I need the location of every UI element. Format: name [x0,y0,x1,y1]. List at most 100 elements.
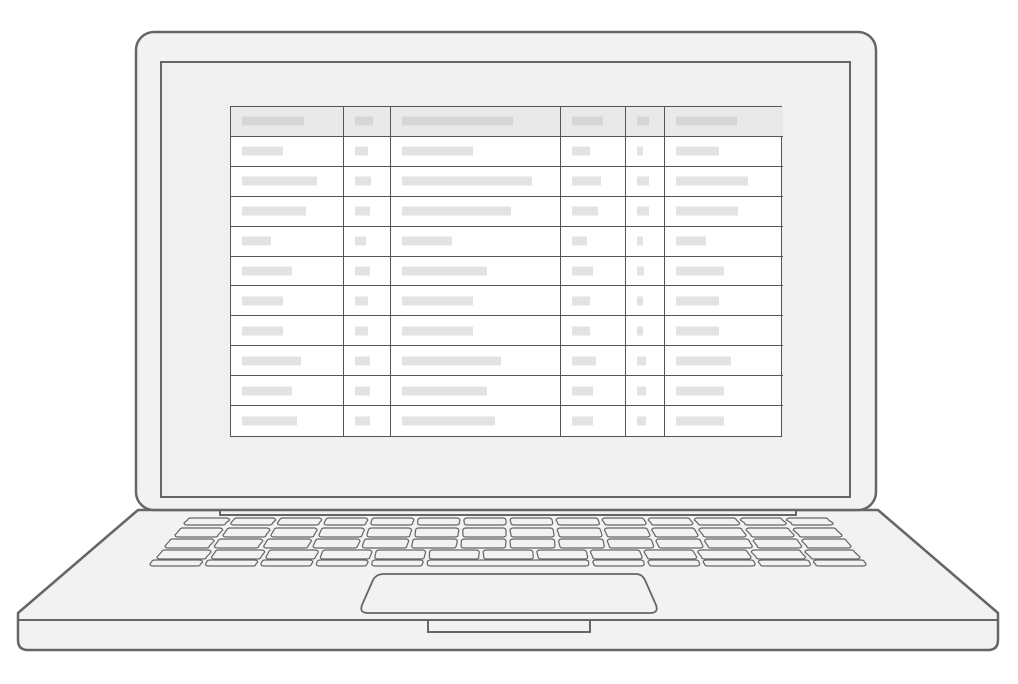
table-cell [344,286,391,317]
table-cell [344,256,391,287]
placeholder-bar [402,266,487,276]
keyboard-key [592,559,645,567]
placeholder-bar [572,416,593,426]
keyboard-key [174,527,224,538]
table-cell [391,316,561,347]
trackpad [360,573,658,614]
keyboard-key [509,517,554,526]
keyboard-key [371,559,424,567]
keyboard-key [693,517,741,526]
keyboard-key [697,549,752,560]
table-cell [344,196,391,227]
placeholder-bar [637,116,649,126]
keyboard-key [750,549,807,560]
keyboard-key [702,559,756,567]
keyboard-key [509,538,556,549]
keyboard-key [263,538,313,549]
placeholder-bar [402,326,473,336]
table-cell [231,406,344,436]
table-cell [665,197,783,227]
table-cell [561,256,626,287]
keyboard-key [210,549,266,560]
placeholder-bar [242,416,297,426]
keyboard-key [650,527,699,538]
table-cell [561,166,626,197]
table-cell [231,286,344,317]
placeholder-bar [572,176,601,186]
keyboard-key [536,549,589,560]
keyboard-key [222,527,271,538]
table-cell [391,256,561,287]
table-cell [391,136,561,167]
placeholder-bar [637,296,643,306]
keyboard-key [698,527,747,538]
placeholder-bar [355,266,370,276]
placeholder-bar [242,356,301,366]
table-cell [391,286,561,317]
placeholder-bar [572,296,590,306]
placeholder-bar [572,266,593,276]
keyboard-key [270,527,318,538]
placeholder-bar [637,356,646,366]
table-cell [231,136,344,167]
table-cell [344,406,391,436]
placeholder-bar [355,296,368,306]
table-cell [561,376,626,407]
placeholder-bar [242,266,292,276]
table-cell [665,316,783,347]
table-cell [391,376,561,407]
keyboard-key [603,527,651,538]
table-cell [665,346,783,377]
table-header-cell [344,107,391,137]
keyboard-key [555,517,601,526]
keyboard-key [315,559,369,567]
table-cell [561,316,626,347]
keyboard-key [556,527,603,538]
placeholder-bar [637,266,644,276]
placeholder-bar [676,236,706,246]
keyboard-key [411,538,458,549]
placeholder-bar [676,296,719,306]
placeholder-bar [242,206,306,216]
table-cell [626,286,665,317]
table-cell [626,226,665,257]
keyboard-key [785,517,834,526]
placeholder-bar [637,206,649,216]
keyboard-key [647,517,694,526]
table-cell [665,406,783,436]
keyboard-key [312,538,361,549]
placeholder-bar [572,356,596,366]
placeholder-bar [676,266,724,276]
table-cell [344,376,391,407]
placeholder-bar [402,236,452,246]
table-cell [231,166,344,197]
placeholder-bar [242,116,304,126]
placeholder-bar [242,386,292,396]
space-bar-key [426,559,590,567]
keyboard-key [757,559,812,567]
table-cell [344,346,391,377]
table-cell [626,316,665,347]
placeholder-bar [355,386,370,396]
keyboard-key [460,538,507,549]
placeholder-bar [637,176,649,186]
placeholder-bar [572,386,593,396]
keyboard-key [804,549,861,560]
table-header-cell [391,107,561,137]
keyboard-key [164,538,215,549]
placeholder-bar [402,176,532,186]
keyboard-key [812,559,867,567]
table-cell [561,406,626,436]
keyboard-key [183,517,231,526]
table-cell [561,226,626,257]
placeholder-bar [402,416,495,426]
placeholder-bar [355,146,368,156]
keyboard-key [792,527,843,538]
table-cell [344,226,391,257]
keyboard-key [204,559,259,567]
keyboard-key [463,517,507,526]
table-cell [626,256,665,287]
keyboard-key [374,549,427,560]
table-cell [231,226,344,257]
placeholder-bar [637,146,643,156]
